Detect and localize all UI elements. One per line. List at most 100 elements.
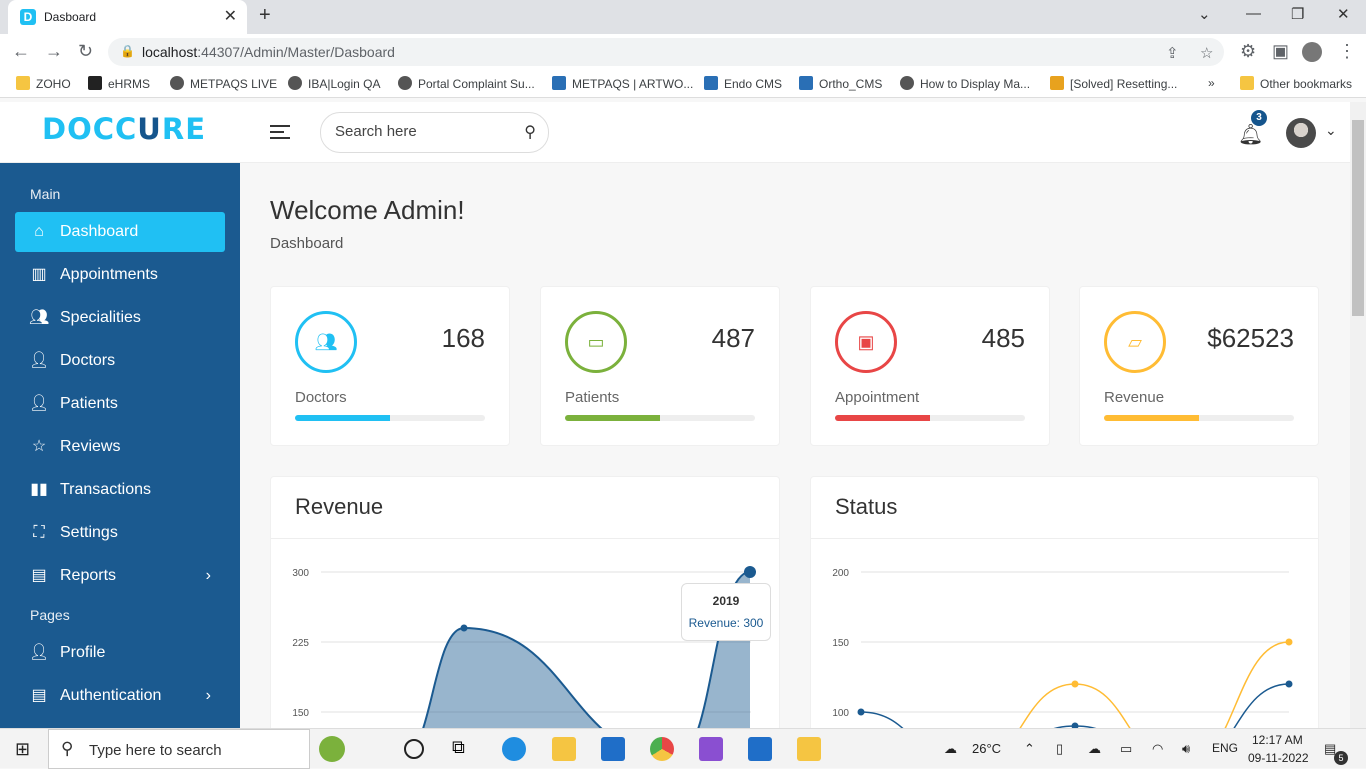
revenue-ring: ▱	[1104, 311, 1166, 373]
search-icon: ⚲	[61, 739, 74, 758]
task-view-icon[interactable]: ⧉	[452, 737, 476, 761]
sidebar-item-patients[interactable]: 👤︎ Patients	[15, 384, 225, 424]
status-panel: Status 200 150 100	[810, 476, 1319, 736]
stat-label: Revenue	[1104, 389, 1165, 406]
bookmark-item[interactable]: METPAQS LIVE	[170, 76, 277, 91]
reload-icon[interactable]: ↻	[78, 41, 93, 62]
new-tab-icon[interactable]: +	[259, 4, 271, 27]
clock-time[interactable]: 12:17 AM	[1252, 733, 1303, 747]
user-icon: 👤︎	[29, 395, 50, 412]
progress-fill	[295, 415, 390, 421]
page-scrollbar[interactable]	[1350, 102, 1366, 728]
language-indicator[interactable]: ENG	[1212, 741, 1238, 755]
mail-icon[interactable]	[601, 737, 625, 761]
frame-icon: ⛶	[33, 524, 45, 541]
forward-icon[interactable]: →	[45, 41, 63, 62]
document-icon: ▤	[31, 687, 47, 704]
windows-start-icon[interactable]: ⊞	[15, 739, 30, 760]
taskbar-search[interactable]: ⚲ Type here to search	[48, 729, 345, 769]
share-icon[interactable]: ⇪	[1166, 44, 1179, 62]
bookmark-item[interactable]: Ortho_CMS	[799, 76, 882, 91]
sidebar-item-settings[interactable]: ⛶ Settings	[15, 513, 225, 553]
bookmark-item[interactable]: eHRMS	[88, 76, 150, 91]
sidebar-item-dashboard[interactable]: ⌂ Dashboard	[15, 212, 225, 252]
other-bookmarks-folder[interactable]: Other bookmarks	[1240, 76, 1352, 91]
sidebar-item-authentication[interactable]: ▤ Authentication ›	[15, 676, 225, 716]
sidebar-item-transactions[interactable]: ▮▮ Transactions	[15, 470, 225, 510]
bookmark-item[interactable]: ZOHO	[16, 76, 71, 91]
page-title: Welcome Admin!	[270, 195, 465, 225]
browser-tab[interactable]: D Dasboard ✕	[8, 0, 247, 34]
document-icon: ▤	[31, 567, 47, 584]
stat-value: 168	[441, 323, 485, 353]
sidebar-item-doctors[interactable]: 👤︎ Doctors	[15, 341, 225, 381]
sidebar-item-appointments[interactable]: ▥ Appointments	[15, 255, 225, 295]
menu-kebab-icon[interactable]: ⋮	[1338, 41, 1356, 62]
browser-tab-strip: D Dasboard ✕ + ⌄ — ❐ ✕	[0, 0, 1366, 34]
user-avatar[interactable]	[1286, 118, 1316, 148]
more-bookmarks-button[interactable]: »	[1208, 76, 1215, 90]
search-input[interactable]	[335, 123, 505, 140]
patients-ring: ▭	[565, 311, 627, 373]
stat-card-patients: ▭ 487 Patients	[540, 286, 780, 446]
progress-fill	[565, 415, 660, 421]
side-panel-icon[interactable]: ▣	[1272, 41, 1289, 62]
onedrive-icon[interactable]: ☁	[1088, 741, 1101, 757]
stat-label: Appointment	[835, 389, 920, 406]
clock-date[interactable]: 09-11-2022	[1248, 751, 1309, 765]
stat-card-revenue: ▱ $62523 Revenue	[1079, 286, 1319, 446]
notification-count: 5	[1334, 751, 1348, 765]
weather-temp[interactable]: 26°C	[972, 741, 1001, 756]
tray-chevron-icon[interactable]: ⌃	[1024, 741, 1035, 757]
extensions-icon[interactable]: ⚙	[1240, 41, 1256, 62]
stat-value: 487	[711, 323, 755, 353]
battery-icon[interactable]: ▭	[1120, 741, 1132, 757]
search-icon[interactable]: ⚲	[524, 122, 536, 142]
sidebar-item-profile[interactable]: 👤︎ Profile	[15, 633, 225, 673]
snip-tool-icon[interactable]	[797, 737, 821, 761]
bookmark-star-icon[interactable]: ☆	[1200, 44, 1213, 62]
sidebar-item-specialities[interactable]: 👥︎ Specialities	[15, 298, 225, 338]
omnibox[interactable]: 🔒 localhost:44307/Admin/Master/Dasboard …	[108, 38, 1224, 66]
wifi-icon[interactable]: ◠	[1152, 741, 1163, 757]
stat-value: 485	[981, 323, 1025, 353]
edge-icon[interactable]	[502, 737, 526, 761]
bookmark-item[interactable]: Portal Complaint Su...	[398, 76, 535, 91]
profile-avatar-icon[interactable]	[1302, 42, 1322, 62]
volume-icon[interactable]: 🔊︎	[1182, 741, 1190, 757]
minimize-icon[interactable]: —	[1246, 5, 1261, 22]
progress-bar	[835, 415, 1025, 421]
chrome-icon[interactable]	[650, 737, 674, 761]
doccure-logo[interactable]: DOCCURE	[42, 112, 206, 146]
scrollbar-thumb[interactable]	[1352, 120, 1364, 316]
file-explorer-icon[interactable]	[552, 737, 576, 761]
chevron-down-icon[interactable]: ⌄	[1325, 122, 1337, 139]
bookmark-item[interactable]: [Solved] Resetting...	[1050, 76, 1177, 91]
bookmark-item[interactable]: METPAQS | ARTWO...	[552, 76, 693, 91]
stat-value: $62523	[1207, 323, 1294, 353]
back-icon[interactable]: ←	[12, 41, 30, 62]
stat-card-appointment: ▣ 485 Appointment	[810, 286, 1050, 446]
restore-icon[interactable]: ❐	[1291, 5, 1304, 23]
tray-app-icon[interactable]: ▯	[1056, 741, 1063, 757]
address-toolbar: ← → ↻ 🔒 localhost:44307/Admin/Master/Das…	[0, 34, 1366, 70]
tooltip-value: Revenue: 300	[688, 616, 764, 630]
hamburger-menu-icon[interactable]	[270, 125, 290, 143]
notification-badge: 3	[1251, 110, 1267, 126]
sidebar-item-reviews[interactable]: ☆ Reviews	[15, 427, 225, 467]
visual-studio-icon[interactable]	[699, 737, 723, 761]
window-close-icon[interactable]: ✕	[1337, 5, 1350, 23]
bar-chart-icon: ▮▮	[30, 481, 48, 498]
bookmark-item[interactable]: Endo CMS	[704, 76, 782, 91]
close-tab-icon[interactable]: ✕	[224, 6, 237, 26]
sidebar-item-reports[interactable]: ▤ Reports ›	[15, 556, 225, 596]
bookmark-item[interactable]: IBA|Login QA	[288, 76, 381, 91]
cortana-icon[interactable]	[404, 739, 424, 759]
tooltip-year: 2019	[712, 594, 740, 608]
bookmark-item[interactable]: How to Display Ma...	[900, 76, 1030, 91]
y-tick-label: 225	[292, 638, 309, 649]
media-player-icon[interactable]	[748, 737, 772, 761]
tab-search-chevron-icon[interactable]: ⌄	[1198, 5, 1211, 23]
y-tick-label: 300	[292, 568, 309, 579]
stat-label: Patients	[565, 389, 620, 406]
